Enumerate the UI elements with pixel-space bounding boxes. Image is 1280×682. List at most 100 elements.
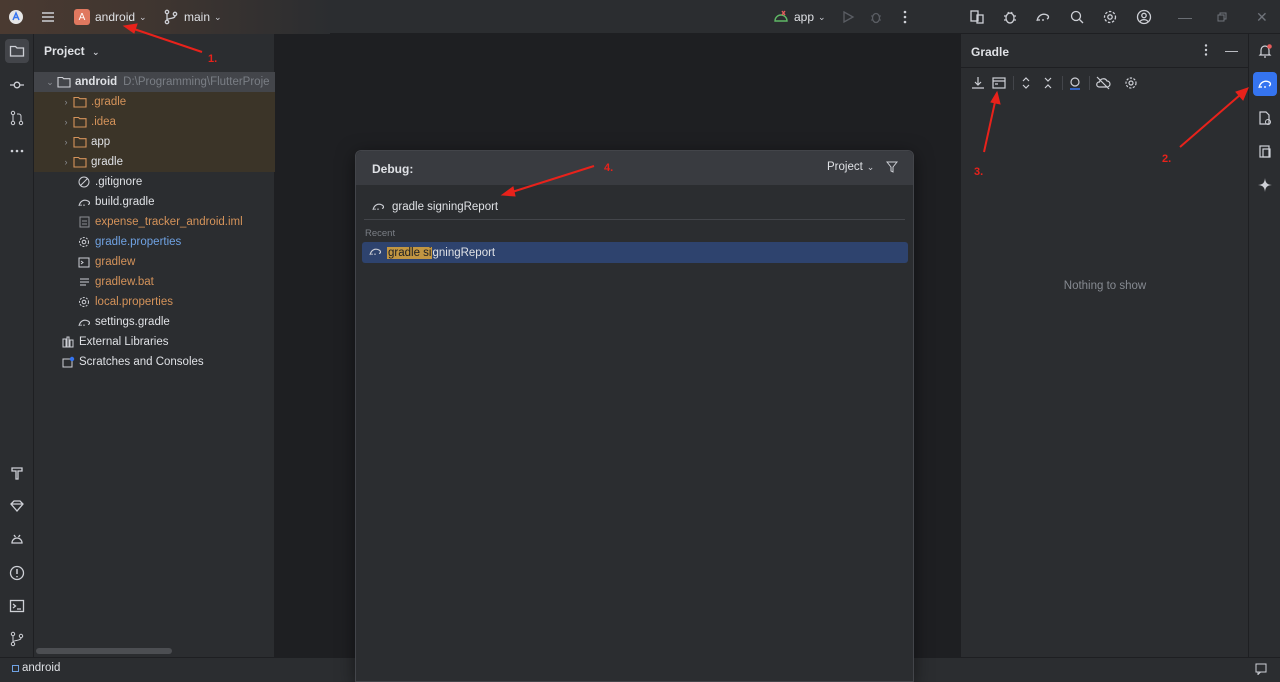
run-anything-popup: Debug: Project ⌄ gradle signingReport Re… (355, 150, 914, 682)
terminal-icon[interactable] (5, 594, 29, 618)
annotation-label-2: 2. (1162, 153, 1172, 165)
gradle-panel: Gradle — Nothing to show (960, 34, 1249, 657)
tree-item-label: local.properties (95, 296, 173, 308)
gradle-settings-icon[interactable] (1124, 76, 1138, 93)
debug-button[interactable] (869, 0, 883, 34)
filter-icon[interactable] (885, 161, 899, 176)
more-tools-icon[interactable] (5, 139, 29, 163)
search-icon[interactable] (1069, 0, 1085, 34)
recent-item-selected[interactable]: gradle si gningReport (362, 242, 908, 263)
settings-gear-icon[interactable] (1102, 0, 1118, 34)
commit-icon[interactable] (5, 73, 29, 97)
bug-icon[interactable] (1002, 0, 1018, 34)
folder-icon (72, 115, 88, 129)
main-menu-icon[interactable] (40, 0, 56, 34)
clipboard-icon[interactable] (1253, 139, 1277, 163)
analyze-dependencies-icon[interactable] (1068, 76, 1082, 93)
ignore-file-icon (76, 175, 92, 189)
match-highlight: gradle si (387, 246, 433, 259)
module-icon (12, 665, 19, 672)
tree-item-label: .gitignore (95, 176, 143, 188)
gem-icon[interactable] (5, 494, 29, 518)
tree-item-label: gradlew (95, 256, 136, 268)
tree-row-file[interactable]: expense_tracker_android.iml (34, 212, 275, 232)
device-file-explorer-icon[interactable] (1253, 106, 1277, 130)
properties-file-icon (76, 295, 92, 309)
tree-row-folder[interactable]: › .gradle (34, 92, 275, 112)
tree-row-file[interactable]: build.gradle (34, 192, 275, 212)
minimize-button[interactable]: — (1178, 0, 1192, 34)
run-config-name: app (794, 10, 815, 24)
libraries-icon (60, 335, 76, 349)
pull-requests-icon[interactable] (5, 106, 29, 130)
run-button[interactable] (841, 0, 855, 34)
tree-row-file[interactable]: settings.gradle (34, 312, 275, 332)
gradle-tool-icon[interactable] (1253, 72, 1277, 96)
hide-panel-icon[interactable]: — (1225, 43, 1238, 58)
tree-item-label: android (75, 76, 118, 88)
tree-row-folder[interactable]: › .idea (34, 112, 275, 132)
command-input[interactable]: gradle signingReport (372, 195, 897, 219)
tree-row-file[interactable]: local.properties (34, 292, 275, 312)
scope-selector[interactable]: Project ⌄ (827, 161, 874, 173)
chevron-right-icon: › (64, 157, 68, 167)
gradle-file-icon (76, 315, 92, 329)
scratches-icon (60, 355, 76, 369)
branch-switcher[interactable]: main ⌄ (163, 0, 222, 34)
tree-row-file[interactable]: gradle.properties (34, 232, 275, 252)
empty-state-text: Nothing to show (1063, 280, 1147, 292)
tree-row-libs[interactable]: External Libraries (34, 332, 275, 352)
chevron-right-icon: › (64, 137, 68, 147)
expand-all-icon[interactable] (1019, 76, 1033, 93)
problems-icon[interactable] (5, 561, 29, 585)
close-button[interactable]: ✕ (1256, 0, 1268, 34)
tree-row-folder[interactable]: › gradle (34, 152, 275, 172)
gradle-sync-icon[interactable] (1035, 0, 1051, 34)
version-control-icon[interactable] (5, 627, 29, 651)
tree-item-label: gradle (91, 156, 123, 168)
app-logo-icon[interactable] (8, 0, 24, 34)
device-manager-icon[interactable] (969, 0, 985, 34)
branch-icon (163, 9, 179, 25)
tree-row-folder[interactable]: › app (34, 132, 275, 152)
folder-icon (56, 75, 72, 89)
tree-row-file[interactable]: gradlew.bat (34, 272, 275, 292)
tree-row-file[interactable]: gradlew (34, 252, 275, 272)
account-icon[interactable] (1136, 0, 1152, 34)
app-inspection-icon[interactable] (5, 527, 29, 551)
tree-item-label: build.gradle (95, 196, 155, 208)
folder-icon (72, 155, 88, 169)
status-project-name[interactable]: android (22, 662, 60, 674)
more-options-icon[interactable] (1203, 43, 1209, 60)
tree-row-scratches[interactable]: Scratches and Consoles (34, 352, 275, 372)
collapse-all-icon[interactable] (1041, 76, 1055, 93)
popup-title: Debug: (372, 162, 414, 176)
tree-item-label: settings.gradle (95, 316, 170, 328)
run-config-selector[interactable]: app ⌄ (773, 0, 826, 34)
horizontal-scrollbar[interactable] (36, 648, 172, 654)
tree-row-file[interactable]: .gitignore (34, 172, 275, 192)
notifications-icon[interactable] (1253, 39, 1277, 63)
recent-section-label: Recent (365, 228, 396, 239)
build-hammer-icon[interactable] (5, 461, 29, 485)
ai-assistant-icon[interactable] (1253, 173, 1277, 197)
project-tool-icon[interactable] (5, 39, 29, 63)
annotation-label-3: 3. (974, 166, 984, 178)
project-avatar: A (74, 9, 90, 25)
gradle-panel-title: Gradle (971, 45, 1010, 59)
chevron-down-icon: ⌄ (46, 76, 54, 87)
more-actions-icon[interactable] (902, 0, 908, 34)
download-sources-icon[interactable] (971, 76, 985, 93)
execute-task-icon[interactable] (992, 76, 1006, 93)
project-panel-header[interactable]: Project ⌄ (44, 44, 100, 58)
tree-item-label: gradlew.bat (95, 276, 154, 288)
tree-row-root[interactable]: ⌄ android D:\Programming\FlutterProje (34, 72, 275, 92)
restore-button[interactable] (1217, 0, 1227, 34)
iml-file-icon (76, 215, 92, 229)
project-switcher[interactable]: A android ⌄ (74, 0, 147, 34)
right-tool-strip (1248, 34, 1280, 657)
chat-icon[interactable] (1255, 663, 1267, 678)
offline-mode-icon[interactable] (1095, 76, 1111, 93)
tree-item-path: D:\Programming\FlutterProje (123, 76, 270, 88)
project-panel: Project ⌄ ⌄ android D:\Programming\Flutt… (34, 34, 275, 657)
